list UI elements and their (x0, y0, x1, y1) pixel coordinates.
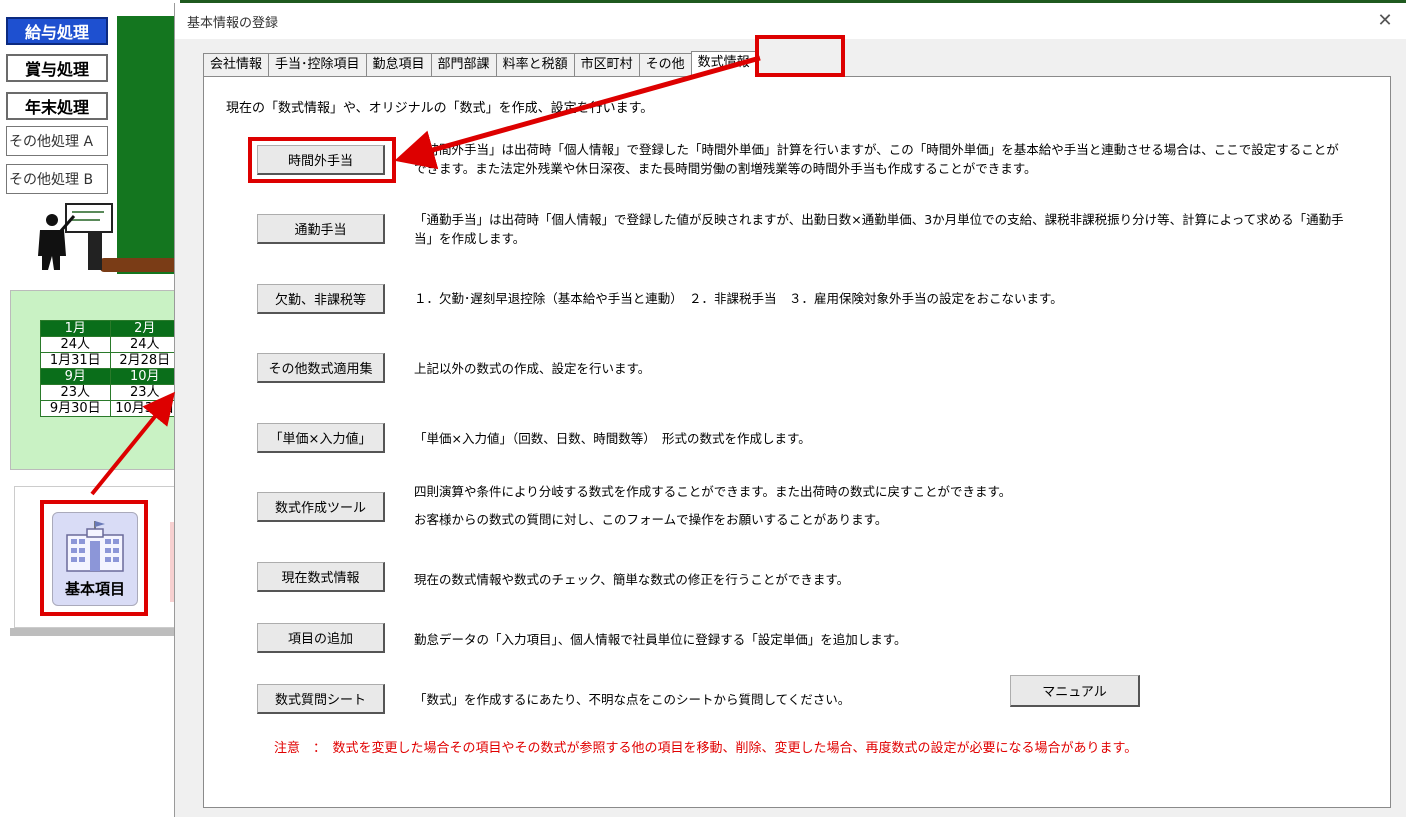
add-item-button[interactable]: 項目の追加 (257, 623, 385, 653)
tab-other[interactable]: その他 (638, 53, 692, 77)
calendar-count: 24人 (40, 336, 111, 353)
dialog-title: 基本情報の登録 (187, 16, 279, 31)
calendar-date: 9月30日 (40, 400, 111, 417)
tab-formula-info[interactable]: 数式情報 (690, 51, 757, 77)
calendar-date: 10月31日 (109, 400, 180, 417)
basic-items-label: 基本項目 (64, 580, 125, 598)
calendar-header: 2月 (109, 320, 180, 337)
formula-tab-highlight (755, 35, 845, 77)
calendar-header: 1月 (40, 320, 111, 337)
nav-yearend-button[interactable]: 年末処理 (6, 92, 108, 120)
tab-attendance-items[interactable]: 勤怠項目 (365, 53, 432, 77)
calendar-count: 24人 (109, 336, 180, 353)
other-formulas-button[interactable]: その他数式適用集 (257, 353, 385, 383)
building-icon (66, 521, 124, 572)
current-formula-button[interactable]: 現在数式情報 (257, 562, 385, 592)
background-app: 給与処理 賞与処理 年末処理 その他処理 A その他処理 B 1月 2月 24人… (0, 0, 180, 817)
warning-text: 注意 ： 数式を変更した場合その項目やその数式が参照する他の項目を移動、削除、変… (274, 741, 1138, 756)
tile-panel-shadow (10, 628, 180, 636)
calendar-table: 1月 2月 24人 24人 1月31日 2月28日 9月 10月 23人 23人… (40, 320, 180, 417)
nav-bonus-button[interactable]: 賞与処理 (6, 54, 108, 82)
calendar-date: 1月31日 (40, 352, 111, 369)
page-intro: 現在の「数式情報」や、オリジナルの「数式」を作成、設定を行います。 (226, 101, 654, 116)
current-formula-description: 現在の数式情報や数式のチェック、簡単な数式の修正を行うことができます。 (414, 572, 850, 587)
calendar-header: 9月 (40, 368, 111, 385)
tab-rates-taxes[interactable]: 料率と税額 (495, 53, 575, 77)
unit-price-input-button[interactable]: 「単価×入力値」 (257, 423, 385, 453)
formula-info-page: 現在の「数式情報」や、オリジナルの「数式」を作成、設定を行います。 時間外手当 … (203, 76, 1391, 808)
formula-question-sheet-button[interactable]: 数式質問シート (257, 684, 385, 714)
absence-description: １．欠勤･遅刻早退控除（基本給や手当と連動） ２．非課税手当 ３．雇用保険対象外… (414, 291, 1063, 306)
tab-bar: 会社情報 手当･控除項目 勤怠項目 部門部課 料率と税額 市区町村 その他 数式… (203, 51, 757, 77)
calendar-count: 23人 (109, 384, 180, 401)
close-icon[interactable]: ✕ (1373, 9, 1397, 33)
absence-nontax-button[interactable]: 欠勤、非課税等 (257, 284, 385, 314)
tab-company-info[interactable]: 会社情報 (203, 53, 270, 77)
basic-items-tile-face: 基本項目 (52, 512, 138, 606)
overtime-description: 「時間外手当」は出荷時「個人情報」で登録した「時間外単価」計算を行いますが、この… (414, 142, 1339, 176)
tab-departments[interactable]: 部門部課 (430, 53, 497, 77)
basic-items-tile[interactable]: 基本項目 (40, 500, 148, 616)
commute-description: 「通勤手当」は出荷時「個人情報」で登録した値が反映されますが、出勤日数×通勤単価… (414, 212, 1344, 246)
add-item-description: 勤怠データの「入力項目」、個人情報で社員単位に登録する「設定単価」を追加します。 (414, 632, 907, 647)
green-banner (117, 16, 177, 274)
unit-price-description: 「単価×入力値」（回数、日数、時間数等） 形式の数式を作成します。 (414, 431, 811, 446)
presenter-icon (38, 203, 113, 270)
dialog-titlebar: 基本情報の登録 ✕ (175, 3, 1406, 39)
tab-allowance-deduction[interactable]: 手当･控除項目 (268, 53, 367, 77)
tab-municipalities[interactable]: 市区町村 (573, 53, 640, 77)
manual-button[interactable]: マニュアル (1010, 675, 1140, 707)
other-formulas-description: 上記以外の数式の作成、設定を行います。 (414, 361, 651, 376)
overtime-allowance-button[interactable]: 時間外手当 (257, 145, 385, 175)
dialog-right-edge (1391, 39, 1406, 817)
nav-other-a-button[interactable]: その他処理 A (6, 126, 108, 156)
calendar-date: 2月28日 (109, 352, 180, 369)
nav-other-b-button[interactable]: その他処理 B (6, 164, 108, 194)
formula-tool-note: お客様からの数式の質問に対し、このフォームで操作をお願いすることがあります。 (414, 512, 888, 527)
calendar-count: 23人 (40, 384, 111, 401)
question-sheet-description: 「数式」を作成するにあたり、不明な点をこのシートから質問してください。 (414, 692, 851, 707)
formula-tool-button[interactable]: 数式作成ツール (257, 492, 385, 522)
nav-payroll-button[interactable]: 給与処理 (6, 17, 108, 45)
commute-allowance-button[interactable]: 通勤手当 (257, 214, 385, 244)
basic-info-dialog: 基本情報の登録 ✕ 会社情報 手当･控除項目 勤怠項目 部門部課 料率と税額 市… (174, 3, 1406, 817)
formula-tool-description: 四則演算や条件により分岐する数式を作成することができます。また出荷時の数式に戻す… (414, 484, 1012, 499)
calendar-header: 10月 (109, 368, 180, 385)
